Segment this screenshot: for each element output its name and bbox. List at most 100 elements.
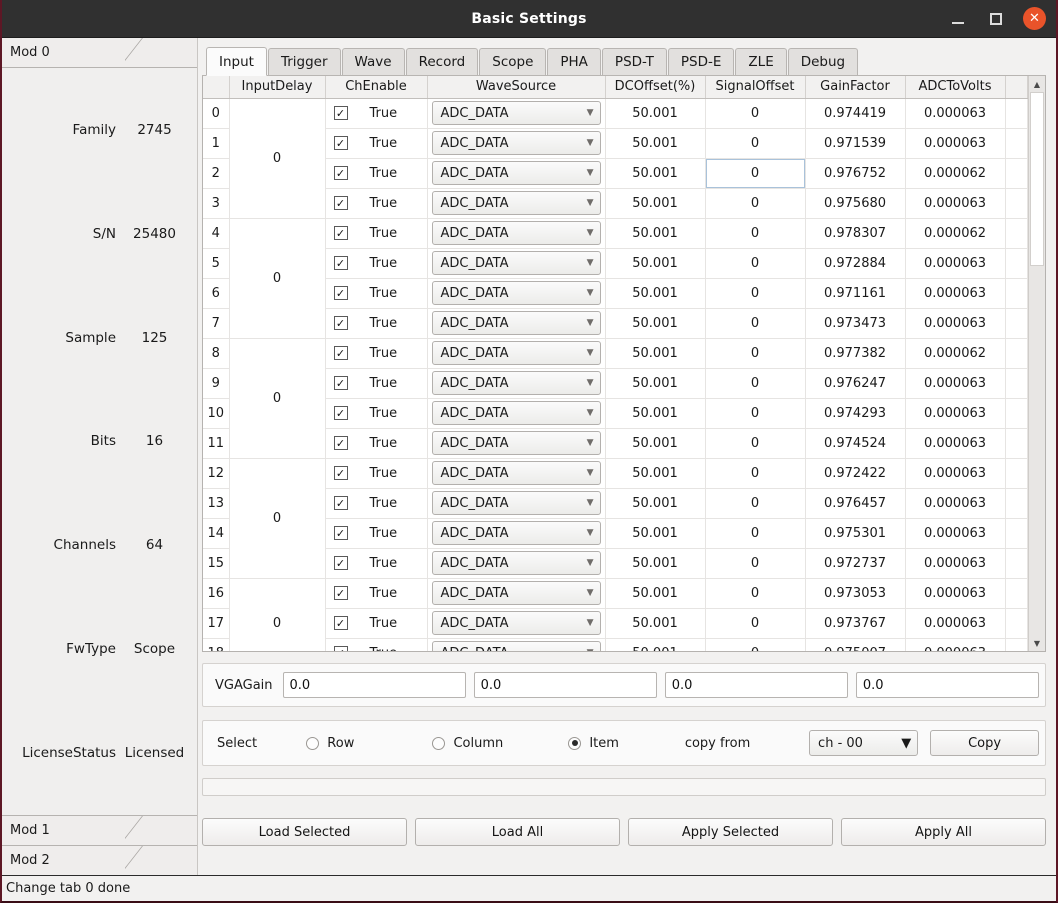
- adctovolts-cell-2[interactable]: 0.000062: [905, 158, 1006, 189]
- chenable-cell-12[interactable]: ✓ True: [325, 458, 428, 489]
- dcoffset-cell-17[interactable]: 50.001: [605, 608, 706, 639]
- table-row[interactable]: 5 ✓ True ADC_DATA ▼ 50.001 0 0.972884 0.000063: [203, 248, 1028, 279]
- adctovolts-cell-16[interactable]: 0.000063: [905, 578, 1006, 609]
- table-row[interactable]: 7 ✓ True ADC_DATA ▼ 50.001 0 0.973473 0.000063: [203, 308, 1028, 339]
- signaloffset-cell-15[interactable]: 0: [705, 548, 806, 579]
- checkbox-icon[interactable]: ✓: [333, 496, 348, 510]
- table-row[interactable]: 15 ✓ True ADC_DATA ▼ 50.001 0 0.972737 0.000063: [203, 548, 1028, 579]
- row-header-4[interactable]: 4: [203, 218, 230, 249]
- dcoffset-cell-16[interactable]: 50.001: [605, 578, 706, 609]
- signaloffset-cell-2[interactable]: 0: [705, 158, 806, 189]
- row-header-15[interactable]: 15: [203, 548, 230, 579]
- row-header-9[interactable]: 9: [203, 368, 230, 399]
- checkbox-icon[interactable]: ✓: [333, 466, 348, 480]
- vgagain-input-1[interactable]: 0.0: [473, 672, 657, 698]
- table-row[interactable]: 8 0 ✓ True ADC_DATA ▼ 50.001 0 0.977382 0.000062: [203, 338, 1028, 459]
- checkbox-icon[interactable]: ✓: [333, 166, 348, 180]
- gainfactor-cell-12[interactable]: 0.972422: [805, 458, 906, 489]
- dcoffset-cell-9[interactable]: 50.001: [605, 368, 706, 399]
- tab-scope[interactable]: Scope: [479, 48, 547, 75]
- checkbox-icon[interactable]: ✓: [333, 646, 348, 651]
- gainfactor-cell-10[interactable]: 0.974293: [805, 398, 906, 429]
- dcoffset-cell-14[interactable]: 50.001: [605, 518, 706, 549]
- row-header-18[interactable]: 18: [203, 638, 230, 651]
- wavesource-cell-11[interactable]: ADC_DATA ▼: [427, 428, 606, 459]
- gainfactor-cell-17[interactable]: 0.973767: [805, 608, 906, 639]
- wavesource-select[interactable]: ADC_DATA ▼: [431, 641, 601, 651]
- checkbox-icon[interactable]: ✓: [333, 136, 348, 150]
- sidebar-section-mod1[interactable]: Mod 1: [2, 815, 197, 845]
- wavesource-cell-8[interactable]: ADC_DATA ▼: [427, 338, 606, 369]
- checkbox-icon[interactable]: ✓: [333, 406, 348, 420]
- signaloffset-cell-8[interactable]: 0: [705, 338, 806, 369]
- col-header-index[interactable]: [203, 76, 230, 99]
- wavesource-cell-3[interactable]: ADC_DATA ▼: [427, 188, 606, 219]
- sidebar-section-mod0[interactable]: Mod 0: [2, 38, 197, 68]
- checkbox-icon[interactable]: ✓: [333, 256, 348, 270]
- dcoffset-cell-7[interactable]: 50.001: [605, 308, 706, 339]
- adctovolts-cell-1[interactable]: 0.000063: [905, 128, 1006, 159]
- gainfactor-cell-9[interactable]: 0.976247: [805, 368, 906, 399]
- gainfactor-cell-3[interactable]: 0.975680: [805, 188, 906, 219]
- row-header-11[interactable]: 11: [203, 428, 230, 459]
- checkbox-icon[interactable]: ✓: [333, 346, 348, 360]
- row-header-10[interactable]: 10: [203, 398, 230, 429]
- signaloffset-cell-10[interactable]: 0: [705, 398, 806, 429]
- wavesource-cell-16[interactable]: ADC_DATA ▼: [427, 578, 606, 609]
- wavesource-select[interactable]: ADC_DATA ▼: [431, 581, 601, 605]
- signaloffset-cell-14[interactable]: 0: [705, 518, 806, 549]
- checkbox-icon[interactable]: ✓: [333, 316, 348, 330]
- checkbox-icon[interactable]: ✓: [333, 226, 348, 240]
- copy-from-channel-select[interactable]: ch - 00 ▼: [809, 730, 919, 756]
- dcoffset-cell-15[interactable]: 50.001: [605, 548, 706, 579]
- dcoffset-cell-18[interactable]: 50.001: [605, 638, 706, 651]
- table-row[interactable]: 18 ✓ True ADC_DATA ▼ 50.00100.9750070.000063: [203, 638, 1028, 651]
- signaloffset-cell-7[interactable]: 0: [705, 308, 806, 339]
- signaloffset-cell-4[interactable]: 0: [705, 218, 806, 249]
- signaloffset-cell-0[interactable]: 0: [705, 98, 806, 129]
- wavesource-cell-18[interactable]: ADC_DATA ▼: [427, 638, 606, 651]
- tab-zle[interactable]: ZLE: [735, 48, 787, 75]
- adctovolts-cell-10[interactable]: 0.000063: [905, 398, 1006, 429]
- table-row[interactable]: 16 0 ✓ True ADC_DATA ▼ 50.001 0 0.973053 0.000063: [203, 578, 1028, 651]
- row-header-3[interactable]: 3: [203, 188, 230, 219]
- signaloffset-cell-18[interactable]: 0: [705, 638, 806, 651]
- row-header-14[interactable]: 14: [203, 518, 230, 549]
- signaloffset-cell-6[interactable]: 0: [705, 278, 806, 309]
- col-header-inputdelay[interactable]: InputDelay: [229, 76, 326, 99]
- chenable-cell-4[interactable]: ✓ True: [325, 218, 428, 249]
- dcoffset-cell-8[interactable]: 50.001: [605, 338, 706, 369]
- gainfactor-cell-13[interactable]: 0.976457: [805, 488, 906, 519]
- inputdelay-cell-group-2[interactable]: 0: [229, 338, 326, 459]
- table-row[interactable]: 17 ✓ True ADC_DATA ▼ 50.001 0 0.973767 0.000063: [203, 608, 1028, 639]
- gainfactor-cell-11[interactable]: 0.974524: [805, 428, 906, 459]
- radio-row[interactable]: Row: [306, 736, 432, 751]
- adctovolts-cell-9[interactable]: 0.000063: [905, 368, 1006, 399]
- load-selected-button[interactable]: Load Selected: [202, 818, 407, 846]
- scroll-down-icon[interactable]: ▼: [1029, 635, 1045, 651]
- radio-row-icon[interactable]: [306, 736, 320, 750]
- chenable-cell-1[interactable]: ✓ True: [325, 128, 428, 159]
- tab-record[interactable]: Record: [405, 48, 479, 75]
- chenable-cell-17[interactable]: ✓ True: [325, 608, 428, 639]
- radio-item-icon[interactable]: [568, 736, 582, 750]
- dcoffset-cell-12[interactable]: 50.001: [605, 458, 706, 489]
- row-header-5[interactable]: 5: [203, 248, 230, 279]
- inputdelay-cell-group-1[interactable]: 0: [229, 218, 326, 339]
- adctovolts-cell-4[interactable]: 0.000062: [905, 218, 1006, 249]
- table-row[interactable]: 11 ✓ True ADC_DATA ▼ 50.001 0 0.974524 0.000063: [203, 428, 1028, 459]
- table-row[interactable]: 4 0 ✓ True ADC_DATA ▼ 50.001 0 0.978307 0.000062: [203, 218, 1028, 339]
- adctovolts-cell-17[interactable]: 0.000063: [905, 608, 1006, 639]
- gainfactor-cell-2[interactable]: 0.976752: [805, 158, 906, 189]
- wavesource-select[interactable]: ADC_DATA ▼: [431, 311, 601, 335]
- checkbox-icon[interactable]: ✓: [333, 196, 348, 210]
- wavesource-cell-14[interactable]: ADC_DATA ▼: [427, 518, 606, 549]
- tab-input[interactable]: Input: [206, 47, 267, 76]
- row-header-13[interactable]: 13: [203, 488, 230, 519]
- col-header-wavesource[interactable]: WaveSource: [427, 76, 606, 99]
- dcoffset-cell-6[interactable]: 50.001: [605, 278, 706, 309]
- table-row[interactable]: 12 0 ✓ True ADC_DATA ▼ 50.001 0 0.972422 0.000063: [203, 458, 1028, 579]
- radio-column-icon[interactable]: [432, 736, 446, 750]
- checkbox-icon[interactable]: ✓: [333, 286, 348, 300]
- radio-item[interactable]: Item: [568, 736, 684, 751]
